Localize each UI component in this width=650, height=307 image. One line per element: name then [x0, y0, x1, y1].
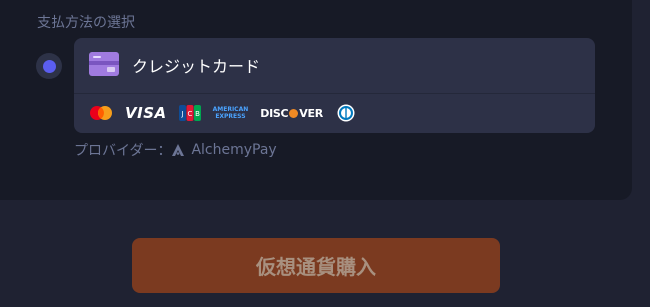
visa-logo: VISA	[125, 104, 167, 122]
mastercard-icon	[89, 105, 113, 121]
svg-text:C: C	[187, 110, 192, 118]
discover-text-post: VER	[299, 106, 323, 120]
buy-crypto-button[interactable]: 仮想通貨購入	[132, 238, 500, 293]
jcb-icon: J C B	[178, 105, 201, 121]
discover-logo: DISC VER	[260, 107, 323, 120]
provider-name: AlchemyPay	[191, 142, 277, 158]
alchemypay-logo-icon	[172, 144, 185, 156]
payment-radio[interactable]	[36, 53, 62, 79]
radio-selected-dot	[42, 59, 56, 73]
section-title: 支払方法の選択	[37, 15, 135, 31]
diners-club-icon	[335, 104, 357, 122]
amex-line2: EXPRESS	[215, 113, 246, 120]
provider-label: プロバイダー：	[74, 143, 172, 159]
payment-option-header: クレジットカード	[74, 38, 595, 94]
credit-card-icon	[89, 52, 119, 76]
card-network-logos: VISA J C B AMERICAN EXPRESS DISC VER	[89, 103, 369, 123]
discover-dot-icon	[289, 108, 299, 118]
payment-option-label: クレジットカード	[132, 57, 261, 76]
svg-text:J: J	[180, 110, 183, 118]
payment-panel: 支払方法の選択 クレジットカード VISA J C B AMERICAN EXP…	[0, 0, 632, 200]
amex-logo: AMERICAN EXPRESS	[213, 106, 249, 120]
discover-text-pre: DISC	[260, 106, 289, 120]
provider-row: プロバイダー： AlchemyPay	[74, 140, 277, 160]
svg-text:B: B	[195, 110, 200, 118]
payment-option-credit-card[interactable]: クレジットカード VISA J C B AMERICAN EXPRESS DIS…	[74, 38, 595, 133]
amex-line1: AMERICAN	[212, 106, 249, 113]
